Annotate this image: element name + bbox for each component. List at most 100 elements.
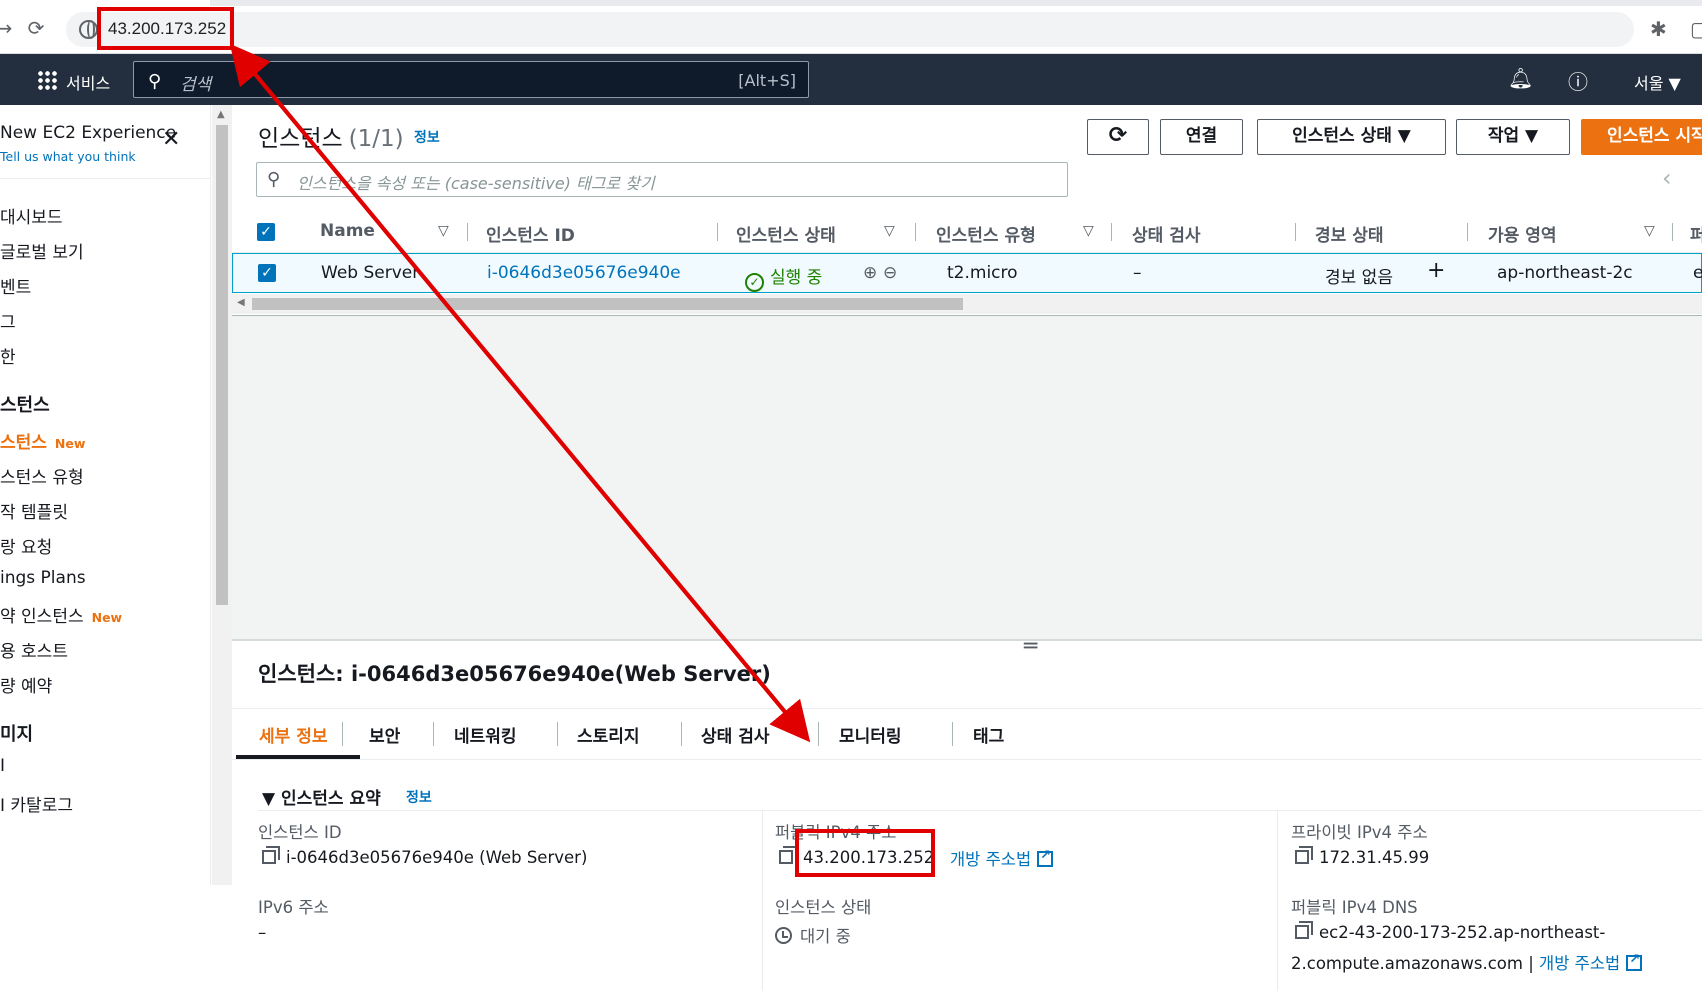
table-header: ✓ Name ▽ 인스턴스 ID 인스턴스 상태 ▽ 인스턴스 유형 ▽ 상태 …: [232, 211, 1702, 253]
copy-icon[interactable]: [1295, 921, 1313, 939]
select-all-checkbox[interactable]: ✓: [257, 223, 275, 241]
window-icon[interactable]: ▢: [1690, 17, 1702, 41]
sidebar-item-global-view[interactable]: 글로벌 보기: [0, 238, 84, 263]
public-dns-open-link[interactable]: 개방 주소법: [1539, 952, 1643, 973]
feedback-link[interactable]: Tell us what you think: [0, 149, 136, 164]
sidebar-item-instance-types[interactable]: 스턴스 유형: [0, 463, 84, 488]
column-header-instance-id[interactable]: 인스턴스 ID: [486, 221, 575, 246]
column-header-name[interactable]: Name: [320, 221, 375, 241]
column-separator: [1467, 223, 1468, 241]
drag-handle-icon[interactable]: ═: [1024, 634, 1037, 659]
public-dns-value-line2: 2.compute.amazonaws.com | 개방 주소법: [1291, 950, 1643, 974]
public-ipv4-open-link[interactable]: 개방 주소법: [950, 846, 1054, 870]
scroll-up-icon[interactable]: ▲: [217, 109, 225, 120]
panel-splitter[interactable]: [232, 639, 1702, 641]
column-separator: [1295, 223, 1296, 241]
sidebar-item-dedicated-hosts[interactable]: 용 호스트: [0, 637, 68, 662]
close-icon[interactable]: ✕: [162, 127, 180, 152]
scrollbar-thumb[interactable]: [216, 125, 228, 605]
services-grid-icon[interactable]: [37, 70, 57, 90]
tab-details[interactable]: 세부 정보: [259, 722, 327, 747]
column-header-type[interactable]: 인스턴스 유형: [936, 221, 1036, 246]
search-shortcut: [Alt+S]: [738, 71, 796, 90]
help-icon[interactable]: ⓘ: [1568, 66, 1588, 95]
summary-info-link[interactable]: 정보: [406, 787, 432, 807]
search-icon: ⚲: [267, 169, 281, 190]
sidebar-item-launch-templates[interactable]: 작 템플릿: [0, 498, 68, 523]
sidebar-item-instances[interactable]: 스턴스 New: [0, 428, 85, 453]
tab-tags[interactable]: 태그: [973, 722, 1004, 747]
tab-strip: [210, 0, 1702, 6]
column-header-az[interactable]: 가용 영역: [1488, 221, 1556, 246]
sidebar-item-ami-catalog[interactable]: I 카탈로그: [0, 791, 73, 816]
ip-highlight-box: [795, 829, 935, 877]
scrollbar-thumb[interactable]: [252, 298, 963, 310]
forward-icon[interactable]: →: [0, 14, 18, 42]
tab-status-checks[interactable]: 상태 검사: [701, 722, 769, 747]
copy-icon[interactable]: [779, 846, 797, 864]
tab-monitoring[interactable]: 모니터링: [839, 722, 902, 747]
cell-extra: e: [1693, 263, 1702, 283]
tab-security[interactable]: 보안: [369, 722, 400, 747]
row-checkbox[interactable]: ✓: [258, 264, 276, 282]
sidebar-item-amis[interactable]: I: [0, 756, 5, 776]
tab-networking[interactable]: 네트워킹: [454, 722, 517, 747]
cell-alarm: 경보 없음: [1325, 268, 1393, 288]
column-header-status-check[interactable]: 상태 검사: [1132, 221, 1200, 246]
browser-toolbar: → ⟳ 43.200.173.252 ✱ ▢: [0, 0, 1702, 54]
summary-section-toggle[interactable]: ▼ 인스턴스 요약: [262, 784, 381, 809]
copy-icon[interactable]: [262, 846, 280, 864]
column-header-state[interactable]: 인스턴스 상태: [736, 221, 836, 246]
ipv6-label: IPv6 주소: [258, 898, 329, 917]
instance-state-button[interactable]: 인스턴스 상태 ▼: [1257, 119, 1446, 155]
sidebar-section-images[interactable]: 미지: [0, 720, 33, 746]
summary-divider: [258, 810, 1702, 811]
refresh-button[interactable]: ⟳: [1087, 119, 1149, 155]
filter-placeholder: 인스턴스을 속성 또는 (case-sensitive) 태그로 찾기: [297, 174, 655, 193]
sidebar-item-tags[interactable]: 그: [0, 308, 16, 333]
chevron-left-icon[interactable]: ‹: [1662, 164, 1672, 192]
tab-storage[interactable]: 스토리지: [577, 722, 640, 747]
sidebar-item-savings-plans[interactable]: ings Plans: [0, 568, 86, 588]
sidebar-item-reserved-instances[interactable]: 약 인스턴스 New: [0, 602, 122, 627]
services-menu[interactable]: 서비스: [66, 70, 110, 94]
aws-search-input[interactable]: ⚲ 검색 [Alt+S]: [133, 61, 809, 98]
sort-icon[interactable]: ▽: [1644, 223, 1655, 239]
actions-button[interactable]: 작업 ▼: [1456, 119, 1570, 155]
sort-icon[interactable]: ▽: [438, 223, 449, 239]
site-info-icon[interactable]: [79, 20, 98, 39]
copy-icon[interactable]: [1295, 846, 1313, 864]
column-header-alarm[interactable]: 경보 상태: [1315, 221, 1383, 246]
check-circle-icon: ✓: [745, 273, 764, 292]
extensions-icon[interactable]: ✱: [1650, 17, 1667, 41]
zoom-out-icon[interactable]: ⊖: [883, 263, 897, 283]
sidebar-item-events[interactable]: 벤트: [0, 273, 31, 298]
table-horizontal-scrollbar[interactable]: ◀: [232, 294, 1702, 314]
bell-icon[interactable]: 🔔︎: [1508, 66, 1533, 90]
add-alarm-icon[interactable]: +: [1427, 258, 1445, 283]
sort-icon[interactable]: ▽: [1083, 223, 1094, 239]
reload-icon[interactable]: ⟳: [22, 14, 50, 42]
table-row[interactable]: ✓ Web Server i-0646d3e05676e940e ✓ 실행 중 ⊕…: [232, 253, 1702, 293]
zoom-in-icon[interactable]: ⊕: [863, 263, 877, 283]
sidebar-item-dashboard[interactable]: 대시보드: [0, 203, 63, 228]
column-header-more[interactable]: 퍼: [1690, 221, 1702, 246]
sidebar-item-spot-requests[interactable]: 랑 요청: [0, 533, 52, 558]
new-experience-label: New EC2 Experience: [0, 123, 177, 143]
instance-id-value: i-0646d3e05676e940e (Web Server): [262, 846, 587, 867]
tab-separator: [681, 722, 682, 746]
launch-instances-button[interactable]: 인스턴스 시작: [1581, 119, 1702, 155]
connect-button[interactable]: 연결: [1160, 119, 1243, 155]
sort-icon[interactable]: ▽: [884, 223, 895, 239]
region-selector[interactable]: 서울 ▼: [1634, 70, 1681, 94]
sidebar-item-capacity-reservations[interactable]: 량 예약: [0, 672, 52, 697]
sidebar-section-instances[interactable]: 스턴스: [0, 391, 50, 417]
scroll-left-icon[interactable]: ◀: [237, 297, 245, 308]
address-bar[interactable]: [66, 12, 1634, 47]
cell-instance-id-link[interactable]: i-0646d3e05676e940e: [487, 263, 681, 283]
sidebar-scrollbar[interactable]: ▲: [212, 105, 232, 885]
instance-filter-input[interactable]: ⚲ 인스턴스을 속성 또는 (case-sensitive) 태그로 찾기: [256, 162, 1068, 197]
sidebar-item-limits[interactable]: 한: [0, 343, 16, 368]
tab-separator: [818, 722, 819, 746]
info-link[interactable]: 정보: [414, 127, 440, 147]
